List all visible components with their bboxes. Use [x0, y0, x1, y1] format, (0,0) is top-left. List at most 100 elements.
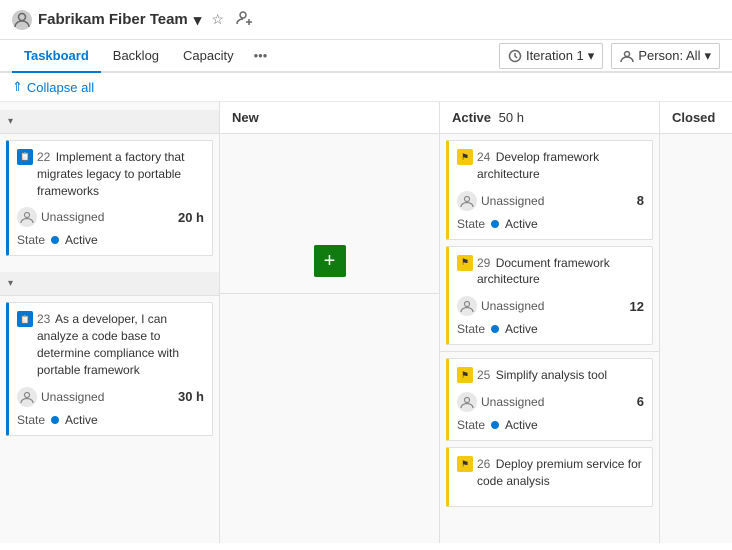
nav-bar: Taskboard Backlog Capacity ••• Iteration…: [0, 40, 732, 73]
board-columns: ▾ 📋 22 Implement a factory that migrates…: [0, 102, 732, 543]
card-22-title: 📋 22 Implement a factory that migrates l…: [17, 149, 204, 199]
card-25-title: ⚑ 25 Simplify analysis tool: [457, 367, 644, 384]
iteration-chevron: ▾: [588, 48, 595, 64]
team-name-label: Fabrikam Fiber Team: [38, 11, 188, 28]
card-23-hours: 30 h: [178, 389, 204, 404]
card-25-assignee: Unassigned: [457, 392, 544, 412]
user-story-icon-22: 📋: [17, 149, 33, 165]
card-23-assignee-label: Unassigned: [41, 390, 104, 404]
col-active-label: Active: [452, 110, 491, 125]
favorite-button[interactable]: ☆: [209, 9, 226, 30]
card-24-state-value: Active: [505, 217, 538, 231]
col-backlog: ▾ 📋 22 Implement a factory that migrates…: [0, 102, 220, 543]
col-active: Active 50 h ⚑ 24 Develop framework archi…: [440, 102, 660, 543]
card-23-assignee: Unassigned: [17, 387, 104, 407]
person-selector[interactable]: Person: All ▾: [611, 43, 720, 69]
more-options[interactable]: •••: [246, 40, 276, 71]
task-icon-24: ⚑: [457, 149, 473, 165]
task-icon-26: ⚑: [457, 456, 473, 472]
card-23-state-value: Active: [65, 413, 98, 427]
active-card-24[interactable]: ⚑ 24 Develop framework architecture U: [446, 140, 653, 240]
col-closed: Closed: [660, 102, 732, 543]
card-25-meta: Unassigned 6: [457, 392, 644, 412]
card-29-state-value: Active: [505, 322, 538, 336]
card-29-assignee: Unassigned: [457, 296, 544, 316]
assignee-avatar-24: [457, 191, 477, 211]
card-25-state-value: Active: [505, 418, 538, 432]
task-icon-25: ⚑: [457, 367, 473, 383]
col-new-header: New: [220, 102, 439, 134]
person-label: Person: All: [638, 48, 700, 63]
col-new-label: New: [232, 110, 259, 125]
card-26-title: ⚑ 26 Deploy premium service for code ana…: [457, 456, 644, 490]
card-24-state: State Active: [457, 217, 644, 231]
top-bar: Fabrikam Fiber Team ▾ ☆: [0, 0, 732, 40]
tab-capacity[interactable]: Capacity: [171, 40, 246, 73]
col-active-header: Active 50 h: [440, 102, 659, 134]
card-24-assignee-label: Unassigned: [481, 194, 544, 208]
iteration-label: Iteration 1: [526, 48, 584, 63]
backlog-card-22[interactable]: 📋 22 Implement a factory that migrates l…: [6, 140, 213, 256]
card-22-state-dot: [51, 236, 59, 244]
backlog-card-23[interactable]: 📋 23 As a developer, I can analyze a cod…: [6, 302, 213, 435]
card-29-meta: Unassigned 12: [457, 296, 644, 316]
collapse-all-label: Collapse all: [27, 80, 94, 95]
card-23-title: 📋 23 As a developer, I can analyze a cod…: [17, 311, 204, 378]
col-closed-header: Closed: [660, 102, 732, 134]
card-24-meta: Unassigned 8: [457, 191, 644, 211]
card-23-meta: Unassigned 30 h: [17, 387, 204, 407]
card-24-title: ⚑ 24 Develop framework architecture: [457, 149, 644, 183]
assignee-avatar-22: [17, 207, 37, 227]
card-22-state-value: Active: [65, 233, 98, 247]
card-23-state-dot: [51, 416, 59, 424]
task-icon-29: ⚑: [457, 255, 473, 271]
chevron-icon: ▾: [194, 11, 202, 29]
tab-backlog[interactable]: Backlog: [101, 40, 171, 73]
collapse-all-button[interactable]: ⇑ Collapse all: [12, 79, 94, 95]
row-group-header-1[interactable]: ▾: [0, 110, 219, 134]
collapse-arrows-icon: ⇑: [12, 79, 23, 95]
team-name[interactable]: Fabrikam Fiber Team ▾: [12, 10, 201, 30]
assignee-avatar-25: [457, 392, 477, 412]
card-23-state: State Active: [17, 413, 204, 427]
card-29-hours: 12: [630, 299, 644, 314]
card-29-title: ⚑ 29 Document framework architecture: [457, 255, 644, 289]
add-member-button[interactable]: [234, 8, 254, 31]
card-29-assignee-label: Unassigned: [481, 299, 544, 313]
col-new: New +: [220, 102, 440, 543]
add-card-new-row1-button[interactable]: +: [314, 245, 346, 277]
active-card-25[interactable]: ⚑ 25 Simplify analysis tool Unassigne: [446, 358, 653, 441]
tab-taskboard[interactable]: Taskboard: [12, 40, 101, 73]
nav-right: Iteration 1 ▾ Person: All ▾: [499, 43, 720, 69]
assignee-avatar-23: [17, 387, 37, 407]
active-card-26[interactable]: ⚑ 26 Deploy premium service for code ana…: [446, 447, 653, 507]
card-25-hours: 6: [637, 394, 644, 409]
card-25-state: State Active: [457, 418, 644, 432]
user-story-icon-23: 📋: [17, 311, 33, 327]
card-22-assignee: Unassigned: [17, 207, 104, 227]
iteration-selector[interactable]: Iteration 1 ▾: [499, 43, 603, 69]
col-closed-label: Closed: [672, 110, 715, 125]
team-icon: [12, 10, 32, 30]
card-25-state-dot: [491, 421, 499, 429]
card-29-state-dot: [491, 325, 499, 333]
row-collapse-icon-2: ▾: [8, 278, 13, 289]
board-container: ⇑ Collapse all ▾ 📋 22 Implement a factor…: [0, 73, 732, 543]
active-card-29[interactable]: ⚑ 29 Document framework architecture: [446, 246, 653, 346]
card-29-state: State Active: [457, 322, 644, 336]
card-25-assignee-label: Unassigned: [481, 395, 544, 409]
card-22-assignee-label: Unassigned: [41, 210, 104, 224]
card-24-state-dot: [491, 220, 499, 228]
top-bar-actions: ☆: [209, 8, 254, 31]
card-22-hours: 20 h: [178, 210, 204, 225]
card-24-assignee: Unassigned: [457, 191, 544, 211]
card-24-hours: 8: [637, 193, 644, 208]
card-22-meta: Unassigned 20 h: [17, 207, 204, 227]
card-22-state: State Active: [17, 233, 204, 247]
row-collapse-icon-1: ▾: [8, 116, 13, 127]
assignee-avatar-29: [457, 296, 477, 316]
board-toolbar: ⇑ Collapse all: [0, 73, 732, 102]
col-active-hours: 50 h: [499, 110, 524, 125]
person-chevron: ▾: [704, 48, 711, 64]
row-group-header-2[interactable]: ▾: [0, 272, 219, 296]
